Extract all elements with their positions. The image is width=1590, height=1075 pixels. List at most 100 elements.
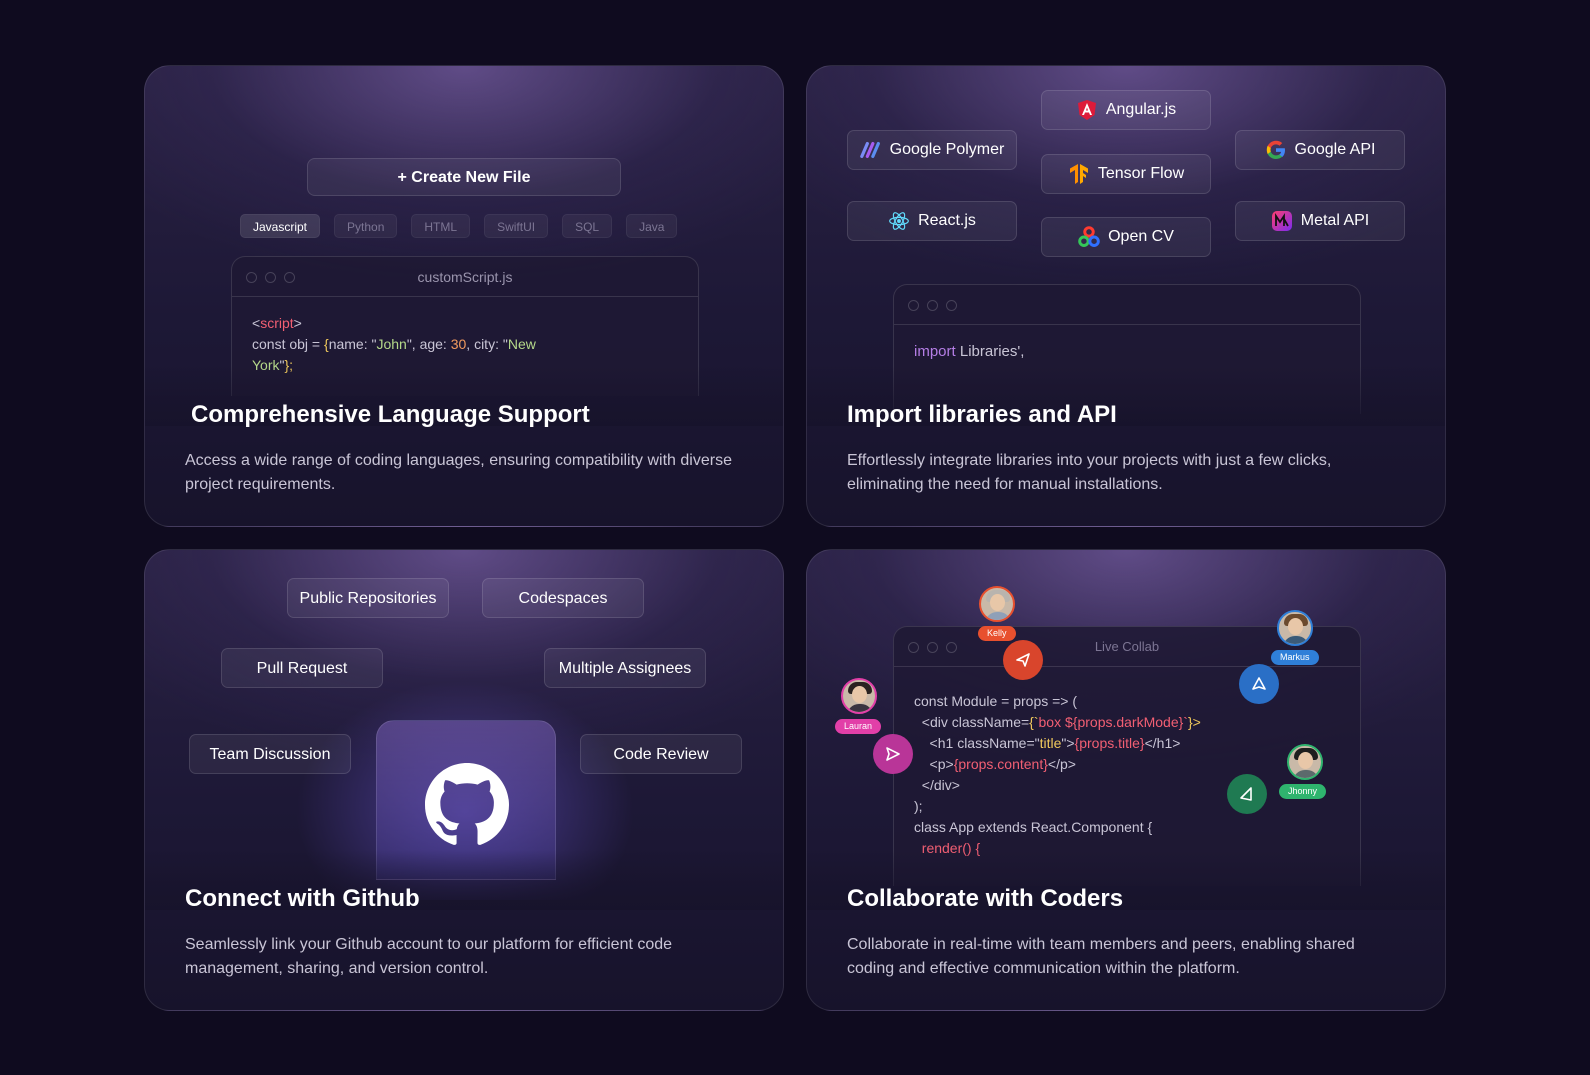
card-description: Seamlessly link your Github account to o… (185, 936, 673, 977)
user-label-jhonny: Jhonny (1279, 784, 1327, 799)
library-react[interactable]: React.js (847, 201, 1017, 241)
card-title: Import libraries and API (847, 401, 1117, 428)
window-dot (265, 272, 276, 283)
code-token: New (507, 336, 536, 352)
library-metal-api[interactable]: Metal API (1235, 201, 1405, 241)
library-opencv[interactable]: Open CV (1041, 217, 1211, 257)
card-text: Collaborate with Coders Collaborate in r… (847, 885, 1405, 981)
code-line: ); (914, 798, 923, 814)
avatar-body (985, 612, 1011, 620)
code-token: <h1 className=" (914, 735, 1040, 751)
tag-public-repositories[interactable]: Public Repositories (287, 578, 449, 618)
tab-java[interactable]: Java (626, 214, 678, 238)
code-token: }` (1178, 714, 1188, 730)
react-icon (888, 210, 910, 232)
code-token: <div className= (914, 714, 1030, 730)
editor-titlebar: customScript.js (232, 257, 698, 297)
library-label: Tensor Flow (1097, 165, 1185, 182)
avatar-kelly[interactable] (979, 586, 1015, 622)
language-tabs: Javascript Python HTML SwiftUI SQL Java (240, 214, 678, 238)
cursor-kelly-icon (1003, 640, 1043, 680)
window-dot (908, 300, 919, 311)
code-token: <p> (914, 756, 954, 772)
avatar-face (990, 594, 1005, 611)
code-line: const obj = {name: "John", age: 30, city… (252, 334, 678, 355)
window-dot (284, 272, 295, 283)
opencv-icon (1078, 226, 1100, 248)
create-new-file-button[interactable]: + Create New File (307, 158, 621, 196)
import-libraries-card: Google Polymer Angular.js Google API Ten… (806, 65, 1446, 527)
library-label: Angular.js (1105, 101, 1177, 118)
editor-filename: customScript.js (417, 269, 513, 285)
code-line: <h1 className="title">{props.title}</h1> (914, 733, 1340, 754)
code-token: > (293, 315, 302, 331)
metal-icon (1271, 210, 1293, 232)
code-token: {` (1029, 714, 1039, 730)
tab-javascript[interactable]: Javascript (240, 214, 321, 238)
tag-multiple-assignees[interactable]: Multiple Assignees (544, 648, 706, 688)
code-token: }> (1187, 714, 1201, 730)
tab-swiftui[interactable]: SwiftUI (484, 214, 549, 238)
angular-icon (1076, 99, 1098, 121)
tensorflow-icon (1068, 163, 1090, 185)
code-line: <script> (252, 313, 678, 334)
code-token: 30 (450, 336, 467, 352)
cursor-lauran-icon (873, 734, 913, 774)
library-label: React.js (918, 212, 976, 229)
tag-pull-request[interactable]: Pull Request (221, 648, 383, 688)
window-controls (908, 642, 957, 653)
editor-titlebar (894, 285, 1360, 325)
library-label: Google API (1294, 141, 1376, 158)
code-token: , city: " (466, 336, 508, 352)
card-description: Access a wide range of coding languages,… (185, 452, 732, 493)
avatar-face (852, 686, 867, 703)
avatar-markus[interactable] (1277, 610, 1313, 646)
code-token: const obj = (252, 336, 324, 352)
library-label: Open CV (1108, 228, 1174, 245)
library-label: Metal API (1300, 212, 1370, 229)
window-controls (908, 300, 957, 311)
code-token: "> (1061, 735, 1075, 751)
code-token: title (1039, 735, 1062, 751)
card-description: Effortlessly integrate libraries into yo… (847, 452, 1332, 493)
tag-codespaces[interactable]: Codespaces (482, 578, 644, 618)
cursor-jhonny-icon (1227, 774, 1267, 814)
user-label-markus: Markus (1271, 650, 1319, 665)
code-token: props.darkMode (1077, 714, 1179, 730)
google-icon (1265, 139, 1287, 161)
card-title: Comprehensive Language Support (191, 401, 590, 428)
library-angular[interactable]: Angular.js (1041, 90, 1211, 130)
github-card: Public Repositories Codespaces Pull Requ… (144, 549, 784, 1011)
library-tensorflow[interactable]: Tensor Flow (1041, 154, 1211, 194)
tab-sql[interactable]: SQL (562, 214, 613, 238)
cursor-markus-icon (1239, 664, 1279, 704)
window-dot (246, 272, 257, 283)
library-google-polymer[interactable]: Google Polymer (847, 130, 1017, 170)
code-line: <div className={`box ${props.darkMode}`}… (914, 712, 1340, 733)
tag-team-discussion[interactable]: Team Discussion (189, 734, 351, 774)
code-line: </div> (914, 777, 960, 793)
code-token: < (252, 315, 261, 331)
avatar-face (1298, 752, 1313, 769)
card-text: Comprehensive Language Support Access a … (185, 401, 743, 497)
tab-python[interactable]: Python (334, 214, 398, 238)
user-label-lauran: Lauran (835, 719, 882, 734)
code-token: Libraries', (955, 343, 1025, 360)
avatar-body (847, 704, 873, 712)
avatar-jhonny[interactable] (1287, 744, 1323, 780)
code-token: John (376, 336, 407, 352)
code-token: name: " (328, 336, 377, 352)
code-token: {props.content} (953, 756, 1048, 772)
avatar-face (1288, 618, 1303, 635)
code-token: ", age: (406, 336, 451, 352)
avatar-lauran[interactable] (841, 678, 877, 714)
window-dot (946, 300, 957, 311)
tab-html[interactable]: HTML (411, 214, 471, 238)
user-label-kelly: Kelly (978, 626, 1016, 641)
library-label: Google Polymer (889, 141, 1005, 158)
window-dot (927, 300, 938, 311)
window-dot (946, 642, 957, 653)
library-google-api[interactable]: Google API (1235, 130, 1405, 170)
tag-code-review[interactable]: Code Review (580, 734, 742, 774)
polymer-icon (859, 139, 882, 161)
